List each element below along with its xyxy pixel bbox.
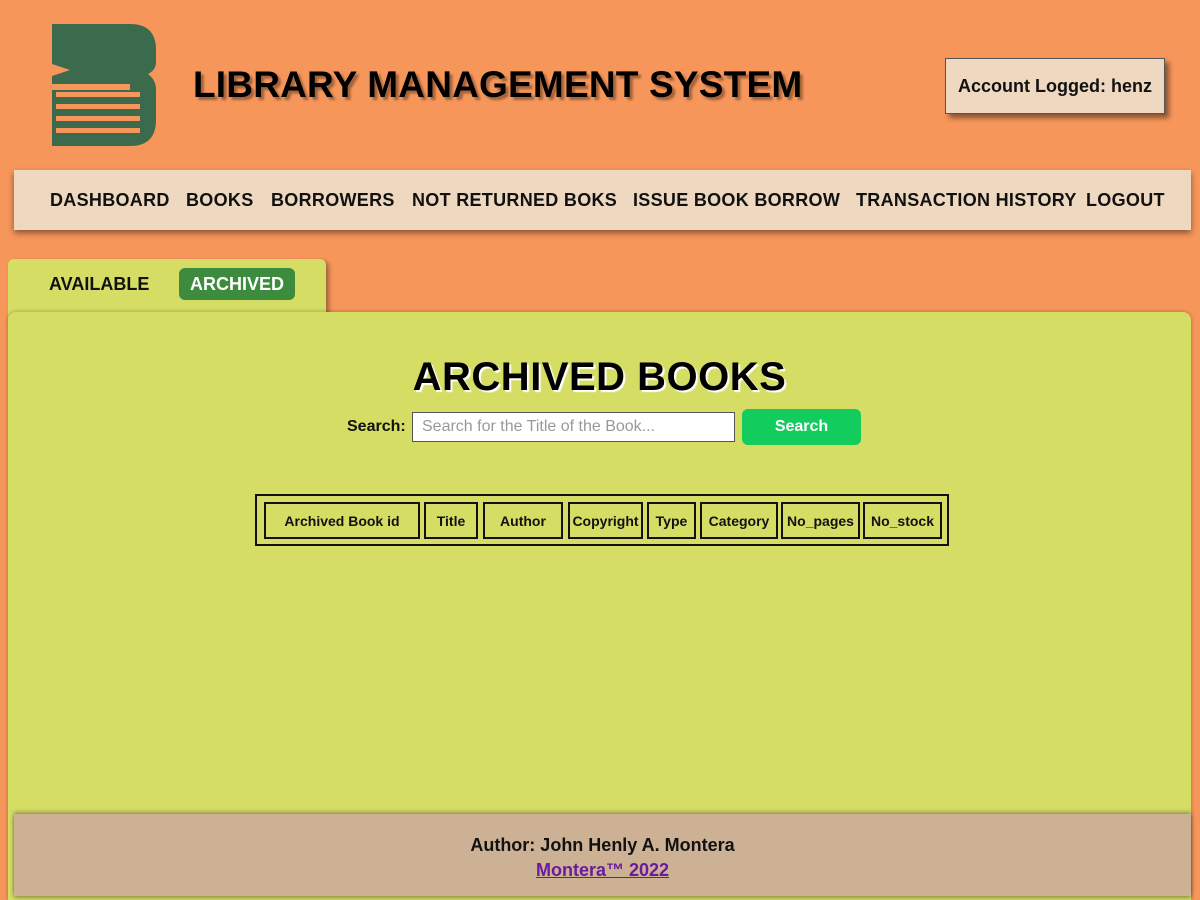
book-status-tabs: AVAILABLE ARCHIVED bbox=[8, 259, 326, 319]
footer: Author: John Henly A. Montera Montera™ 2… bbox=[14, 814, 1191, 896]
search-button[interactable]: Search bbox=[742, 409, 861, 445]
archived-books-table: Archived Book id Title Author Copyright … bbox=[255, 494, 949, 546]
search-label: Search: bbox=[347, 418, 406, 435]
column-header-no-pages: No_pages bbox=[781, 502, 860, 539]
nav-item-dashboard[interactable]: DASHBOARD bbox=[50, 170, 170, 230]
column-header-copyright: Copyright bbox=[568, 502, 643, 539]
column-header-type: Type bbox=[647, 502, 696, 539]
search-input[interactable] bbox=[412, 412, 735, 442]
column-header-title: Title bbox=[424, 502, 478, 539]
nav-item-borrowers[interactable]: BORROWERS bbox=[271, 170, 395, 230]
main-nav: DASHBOARD BOOKS BORROWERS NOT RETURNED B… bbox=[14, 170, 1191, 230]
column-header-archived-book-id: Archived Book id bbox=[264, 502, 420, 539]
footer-copyright-link[interactable]: Montera™ 2022 bbox=[14, 860, 1191, 881]
book-logo-icon bbox=[52, 24, 156, 146]
tab-archived[interactable]: ARCHIVED bbox=[179, 268, 296, 300]
archived-books-panel: ARCHIVED BOOKS Search: Search Archived B… bbox=[8, 312, 1191, 900]
site-title: LIBRARY MANAGEMENT SYSTEM bbox=[193, 64, 803, 105]
footer-author: Author: John Henly A. Montera bbox=[470, 835, 735, 855]
column-header-no-stock: No_stock bbox=[863, 502, 942, 539]
account-badge: Account Logged: henz bbox=[945, 58, 1165, 114]
column-header-category: Category bbox=[700, 502, 778, 539]
nav-item-issue-book-borrow[interactable]: ISSUE BOOK BORROW bbox=[633, 170, 840, 230]
page-title: ARCHIVED BOOKS bbox=[412, 355, 787, 399]
nav-item-books[interactable]: BOOKS bbox=[186, 170, 254, 230]
nav-item-logout[interactable]: LOGOUT bbox=[1086, 170, 1165, 230]
tab-available[interactable]: AVAILABLE bbox=[49, 268, 149, 300]
nav-item-transaction-history[interactable]: TRANSACTION HISTORY bbox=[856, 170, 1077, 230]
nav-item-not-returned-books[interactable]: NOT RETURNED BOKS bbox=[412, 170, 617, 230]
column-header-author: Author bbox=[483, 502, 563, 539]
